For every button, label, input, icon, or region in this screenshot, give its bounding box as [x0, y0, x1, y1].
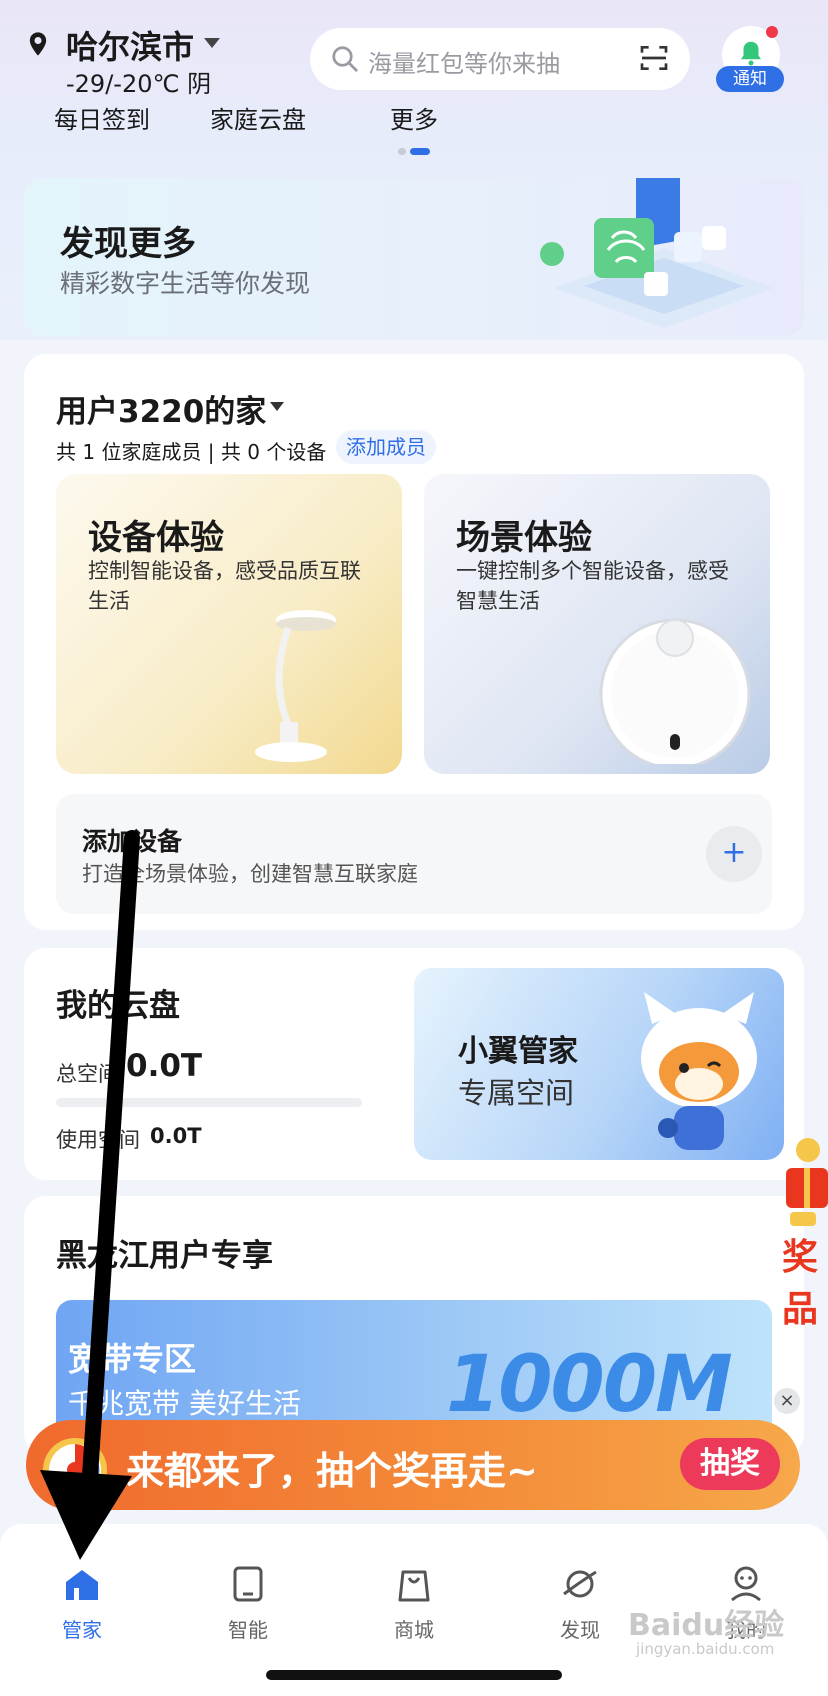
tab-discover[interactable]: 发现 — [520, 1544, 640, 1644]
cloud-total-value: 0.0T — [126, 1048, 203, 1084]
region-card: 黑龙江用户专享 宽带专区 千兆宽带 美好生活 1000M — [24, 1196, 804, 1456]
weather-text: -29/-20℃ 阴 — [66, 70, 212, 98]
home-caret-icon[interactable] — [270, 402, 284, 411]
cloud-card: 我的云盘 总空间 0.0T 使用空间 0.0T 小翼管家 专属空间 — [24, 948, 804, 1180]
scene-experience-card[interactable]: 场景体验 一键控制多个智能设备，感受智慧生活 — [424, 474, 770, 774]
notification-dot — [766, 26, 778, 38]
discover-subtitle: 精彩数字生活等你发现 — [60, 269, 311, 298]
xiaoyi-title: 小翼管家 — [458, 1034, 578, 1069]
city-name[interactable]: 哈尔滨市 — [66, 22, 194, 68]
home-card: 用户3220的家 共 1 位家庭成员 | 共 0 个设备 添加成员 设备体验 控… — [24, 354, 804, 930]
search-placeholder[interactable]: 海量红包等你来抽 — [368, 44, 560, 79]
city-caret-icon[interactable] — [204, 38, 220, 48]
tablet-icon — [233, 1566, 263, 1602]
tab-label: 管家 — [62, 1618, 102, 1642]
notification-button[interactable]: 通知 — [716, 24, 786, 94]
watermark-url: jingyan.baidu.com — [636, 1640, 775, 1658]
scene-experience-desc: 一键控制多个智能设备，感受智慧生活 — [456, 559, 729, 613]
home-summary: 共 1 位家庭成员 | 共 0 个设备 — [56, 440, 327, 464]
robot-vacuum-image — [599, 618, 751, 764]
digital-life-illustration — [540, 178, 774, 328]
search-bar[interactable]: 海量红包等你来抽 — [310, 28, 690, 90]
broadband-speed: 1000M — [446, 1340, 733, 1430]
desk-lamp-image — [255, 610, 336, 762]
tab-butler[interactable]: 管家 — [22, 1544, 142, 1644]
broadband-title: 宽带专区 — [68, 1340, 197, 1378]
tab-label: 发现 — [560, 1618, 600, 1642]
tab-smart[interactable]: 智能 — [188, 1544, 308, 1644]
home-icon — [66, 1570, 98, 1600]
add-device-title: 添加设备 — [82, 827, 183, 856]
cloud-total-label: 总空间 — [56, 1062, 119, 1086]
add-device-button[interactable]: + — [706, 826, 762, 882]
mascot-image — [641, 992, 757, 1150]
device-experience-title: 设备体验 — [88, 518, 224, 558]
discover-banner[interactable]: 发现更多 精彩数字生活等你发现 — [24, 178, 804, 336]
home-indicator[interactable] — [266, 1670, 562, 1680]
search-icon — [332, 46, 358, 72]
profile-icon — [731, 1566, 761, 1602]
pager-dot-active — [410, 148, 430, 155]
tab-label: 智能 — [228, 1618, 268, 1642]
location-pin-icon[interactable] — [24, 30, 52, 58]
home-title[interactable]: 用户3220的家 — [56, 386, 266, 431]
device-experience-card[interactable]: 设备体验 控制智能设备，感受品质互联生活 — [56, 474, 402, 774]
discover-title: 发现更多 — [60, 224, 196, 264]
prize-wheel-icon — [43, 1438, 107, 1502]
cloud-used-label: 使用空间 — [56, 1128, 140, 1152]
broadband-subtitle: 千兆宽带 美好生活 — [68, 1387, 301, 1420]
add-member-button[interactable]: 添加成员 — [336, 430, 436, 464]
scene-experience-title: 场景体验 — [456, 518, 592, 558]
quick-nav-cloud[interactable]: 家庭云盘 — [210, 100, 306, 135]
quick-nav-more[interactable]: 更多 — [390, 100, 438, 135]
planet-icon — [563, 1570, 597, 1598]
notification-label: 通知 — [716, 66, 784, 92]
tab-label: 商城 — [394, 1618, 434, 1642]
bell-icon — [741, 41, 761, 66]
region-title: 黑龙江用户专享 — [56, 1238, 273, 1274]
lottery-button[interactable]: 抽奖 — [680, 1438, 780, 1490]
lottery-close-button[interactable]: × — [774, 1388, 800, 1414]
add-device-subtitle: 打造全场景体验，创建智慧互联家庭 — [82, 862, 418, 886]
xiaoyi-banner[interactable]: 小翼管家 专属空间 — [414, 968, 784, 1160]
xiaoyi-subtitle: 专属空间 — [458, 1076, 575, 1110]
cloud-title[interactable]: 我的云盘 — [56, 980, 180, 1025]
quick-nav-checkin[interactable]: 每日签到 — [54, 100, 150, 135]
tab-mall[interactable]: 商城 — [354, 1544, 474, 1644]
lottery-text: 来都来了，抽个奖再走~ — [126, 1449, 538, 1493]
cloud-used-value: 0.0T — [150, 1124, 202, 1148]
cloud-usage-bar — [56, 1098, 362, 1107]
pager-dot — [398, 148, 406, 155]
add-device-panel[interactable]: 添加设备 打造全场景体验，创建智慧互联家庭 + — [56, 794, 772, 914]
side-prize-label[interactable]: 奖品 — [782, 1228, 828, 1332]
scan-icon[interactable] — [638, 42, 670, 74]
shopping-bag-icon — [398, 1570, 430, 1602]
lottery-bar[interactable]: 来都来了，抽个奖再走~ 抽奖 — [26, 1420, 800, 1510]
watermark-logo: Baidu经验 — [628, 1608, 785, 1643]
